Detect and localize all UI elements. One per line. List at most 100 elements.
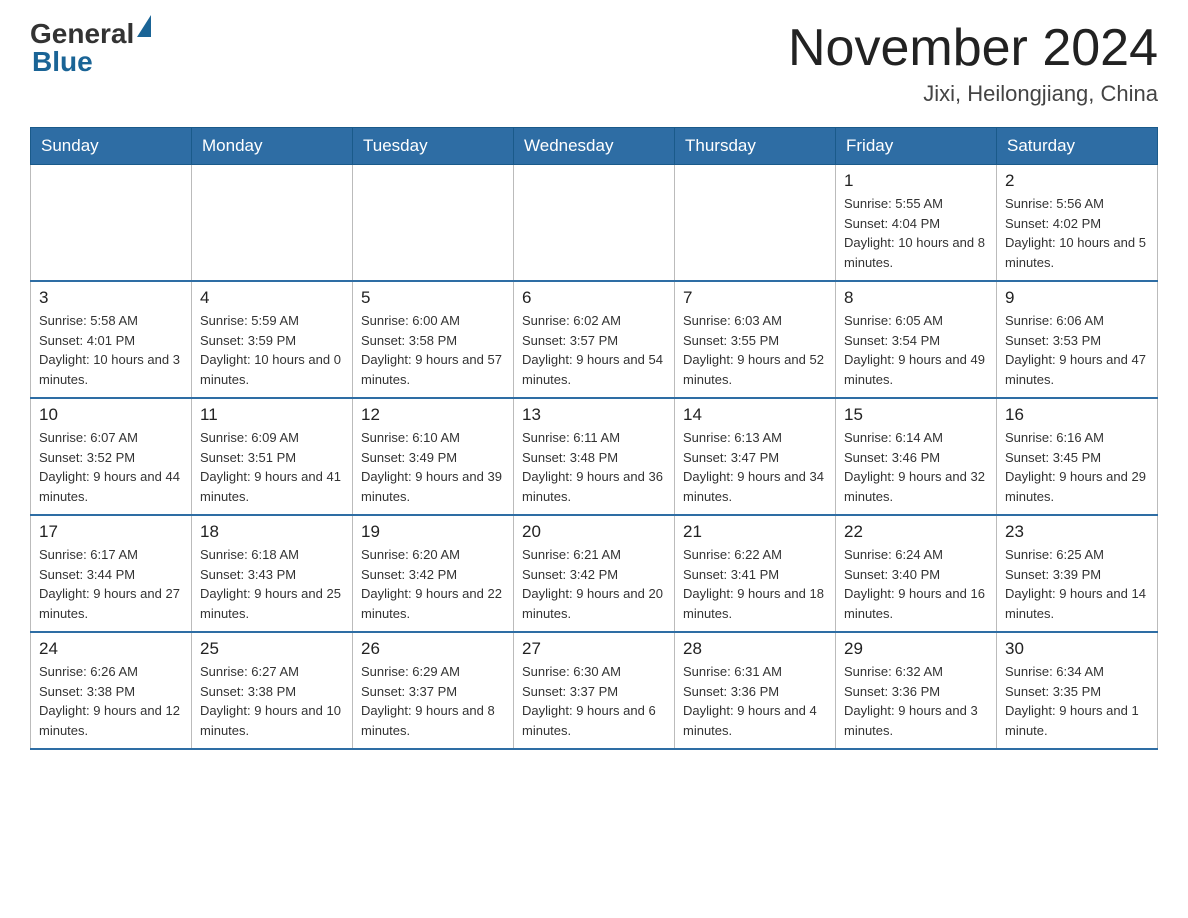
- calendar-cell: 2 Sunrise: 5:56 AM Sunset: 4:02 PM Daylig…: [997, 165, 1158, 282]
- calendar-cell: 9 Sunrise: 6:06 AM Sunset: 3:53 PM Daylig…: [997, 281, 1158, 398]
- day-headers-row: SundayMondayTuesdayWednesdayThursdayFrid…: [31, 128, 1158, 165]
- day-info: Sunrise: 6:25 AM Sunset: 3:39 PM Dayligh…: [1005, 545, 1149, 623]
- day-info: Sunrise: 6:17 AM Sunset: 3:44 PM Dayligh…: [39, 545, 183, 623]
- day-info: Sunrise: 5:55 AM Sunset: 4:04 PM Dayligh…: [844, 194, 988, 272]
- calendar-cell: 24 Sunrise: 6:26 AM Sunset: 3:38 PM Dayli…: [31, 632, 192, 749]
- day-header-monday: Monday: [192, 128, 353, 165]
- day-number: 26: [361, 639, 505, 659]
- day-header-friday: Friday: [836, 128, 997, 165]
- month-year-title: November 2024: [788, 20, 1158, 77]
- day-info: Sunrise: 6:09 AM Sunset: 3:51 PM Dayligh…: [200, 428, 344, 506]
- week-row-3: 10 Sunrise: 6:07 AM Sunset: 3:52 PM Dayli…: [31, 398, 1158, 515]
- day-number: 9: [1005, 288, 1149, 308]
- day-info: Sunrise: 6:27 AM Sunset: 3:38 PM Dayligh…: [200, 662, 344, 740]
- day-number: 13: [522, 405, 666, 425]
- day-number: 4: [200, 288, 344, 308]
- day-info: Sunrise: 6:20 AM Sunset: 3:42 PM Dayligh…: [361, 545, 505, 623]
- day-number: 12: [361, 405, 505, 425]
- calendar-cell: 16Sunrise: 6:16 AM Sunset: 3:45 PM Dayli…: [997, 398, 1158, 515]
- calendar-cell: 18 Sunrise: 6:18 AM Sunset: 3:43 PM Dayli…: [192, 515, 353, 632]
- calendar-cell: 21 Sunrise: 6:22 AM Sunset: 3:41 PM Dayli…: [675, 515, 836, 632]
- calendar-cell: [31, 165, 192, 282]
- week-row-4: 17 Sunrise: 6:17 AM Sunset: 3:44 PM Dayli…: [31, 515, 1158, 632]
- day-number: 27: [522, 639, 666, 659]
- calendar-cell: 4 Sunrise: 5:59 AM Sunset: 3:59 PM Daylig…: [192, 281, 353, 398]
- day-number: 2: [1005, 171, 1149, 191]
- header: General Blue November 2024 Jixi, Heilong…: [30, 20, 1158, 107]
- calendar-cell: [514, 165, 675, 282]
- calendar-cell: 6Sunrise: 6:02 AM Sunset: 3:57 PM Daylig…: [514, 281, 675, 398]
- day-info: Sunrise: 5:56 AM Sunset: 4:02 PM Dayligh…: [1005, 194, 1149, 272]
- day-info: Sunrise: 6:03 AM Sunset: 3:55 PM Dayligh…: [683, 311, 827, 389]
- day-number: 8: [844, 288, 988, 308]
- calendar-cell: 20Sunrise: 6:21 AM Sunset: 3:42 PM Dayli…: [514, 515, 675, 632]
- day-number: 24: [39, 639, 183, 659]
- day-number: 3: [39, 288, 183, 308]
- day-info: Sunrise: 6:22 AM Sunset: 3:41 PM Dayligh…: [683, 545, 827, 623]
- day-number: 1: [844, 171, 988, 191]
- week-row-5: 24 Sunrise: 6:26 AM Sunset: 3:38 PM Dayli…: [31, 632, 1158, 749]
- calendar-cell: 22 Sunrise: 6:24 AM Sunset: 3:40 PM Dayli…: [836, 515, 997, 632]
- day-number: 14: [683, 405, 827, 425]
- calendar-cell: [675, 165, 836, 282]
- day-info: Sunrise: 6:32 AM Sunset: 3:36 PM Dayligh…: [844, 662, 988, 740]
- calendar-table: SundayMondayTuesdayWednesdayThursdayFrid…: [30, 127, 1158, 750]
- day-info: Sunrise: 6:26 AM Sunset: 3:38 PM Dayligh…: [39, 662, 183, 740]
- calendar-cell: 10 Sunrise: 6:07 AM Sunset: 3:52 PM Dayli…: [31, 398, 192, 515]
- day-header-thursday: Thursday: [675, 128, 836, 165]
- day-info: Sunrise: 6:07 AM Sunset: 3:52 PM Dayligh…: [39, 428, 183, 506]
- calendar-cell: 11 Sunrise: 6:09 AM Sunset: 3:51 PM Dayli…: [192, 398, 353, 515]
- calendar-cell: [192, 165, 353, 282]
- day-number: 23: [1005, 522, 1149, 542]
- calendar-cell: 7 Sunrise: 6:03 AM Sunset: 3:55 PM Daylig…: [675, 281, 836, 398]
- day-number: 10: [39, 405, 183, 425]
- day-number: 30: [1005, 639, 1149, 659]
- calendar-cell: 27 Sunrise: 6:30 AM Sunset: 3:37 PM Dayli…: [514, 632, 675, 749]
- day-number: 17: [39, 522, 183, 542]
- day-header-sunday: Sunday: [31, 128, 192, 165]
- calendar-cell: 29 Sunrise: 6:32 AM Sunset: 3:36 PM Dayli…: [836, 632, 997, 749]
- calendar-cell: 26 Sunrise: 6:29 AM Sunset: 3:37 PM Dayli…: [353, 632, 514, 749]
- day-number: 18: [200, 522, 344, 542]
- day-header-saturday: Saturday: [997, 128, 1158, 165]
- calendar-cell: 14Sunrise: 6:13 AM Sunset: 3:47 PM Dayli…: [675, 398, 836, 515]
- calendar-cell: 5 Sunrise: 6:00 AM Sunset: 3:58 PM Daylig…: [353, 281, 514, 398]
- day-number: 29: [844, 639, 988, 659]
- calendar-cell: 12 Sunrise: 6:10 AM Sunset: 3:49 PM Dayli…: [353, 398, 514, 515]
- day-number: 22: [844, 522, 988, 542]
- day-number: 16: [1005, 405, 1149, 425]
- day-info: Sunrise: 6:11 AM Sunset: 3:48 PM Dayligh…: [522, 428, 666, 506]
- day-info: Sunrise: 5:59 AM Sunset: 3:59 PM Dayligh…: [200, 311, 344, 389]
- calendar-cell: 13 Sunrise: 6:11 AM Sunset: 3:48 PM Dayli…: [514, 398, 675, 515]
- day-info: Sunrise: 6:18 AM Sunset: 3:43 PM Dayligh…: [200, 545, 344, 623]
- day-info: Sunrise: 6:06 AM Sunset: 3:53 PM Dayligh…: [1005, 311, 1149, 389]
- calendar-cell: 30Sunrise: 6:34 AM Sunset: 3:35 PM Dayli…: [997, 632, 1158, 749]
- calendar-cell: 15Sunrise: 6:14 AM Sunset: 3:46 PM Dayli…: [836, 398, 997, 515]
- calendar-cell: 8 Sunrise: 6:05 AM Sunset: 3:54 PM Daylig…: [836, 281, 997, 398]
- calendar-cell: 1 Sunrise: 5:55 AM Sunset: 4:04 PM Daylig…: [836, 165, 997, 282]
- day-header-wednesday: Wednesday: [514, 128, 675, 165]
- day-info: Sunrise: 6:24 AM Sunset: 3:40 PM Dayligh…: [844, 545, 988, 623]
- day-info: Sunrise: 6:30 AM Sunset: 3:37 PM Dayligh…: [522, 662, 666, 740]
- day-info: Sunrise: 6:05 AM Sunset: 3:54 PM Dayligh…: [844, 311, 988, 389]
- calendar-cell: 23 Sunrise: 6:25 AM Sunset: 3:39 PM Dayli…: [997, 515, 1158, 632]
- calendar-cell: 19 Sunrise: 6:20 AM Sunset: 3:42 PM Dayli…: [353, 515, 514, 632]
- day-number: 7: [683, 288, 827, 308]
- day-number: 21: [683, 522, 827, 542]
- logo-general: General: [30, 20, 134, 48]
- day-number: 15: [844, 405, 988, 425]
- day-number: 28: [683, 639, 827, 659]
- day-number: 19: [361, 522, 505, 542]
- day-number: 11: [200, 405, 344, 425]
- day-info: Sunrise: 6:02 AM Sunset: 3:57 PM Dayligh…: [522, 311, 666, 389]
- location-subtitle: Jixi, Heilongjiang, China: [788, 81, 1158, 107]
- day-info: Sunrise: 6:00 AM Sunset: 3:58 PM Dayligh…: [361, 311, 505, 389]
- calendar-cell: 17 Sunrise: 6:17 AM Sunset: 3:44 PM Dayli…: [31, 515, 192, 632]
- day-number: 25: [200, 639, 344, 659]
- day-info: Sunrise: 6:29 AM Sunset: 3:37 PM Dayligh…: [361, 662, 505, 740]
- day-info: Sunrise: 6:10 AM Sunset: 3:49 PM Dayligh…: [361, 428, 505, 506]
- calendar-cell: 28Sunrise: 6:31 AM Sunset: 3:36 PM Dayli…: [675, 632, 836, 749]
- calendar-cell: 25 Sunrise: 6:27 AM Sunset: 3:38 PM Dayli…: [192, 632, 353, 749]
- day-number: 5: [361, 288, 505, 308]
- logo-blue: Blue: [32, 46, 93, 77]
